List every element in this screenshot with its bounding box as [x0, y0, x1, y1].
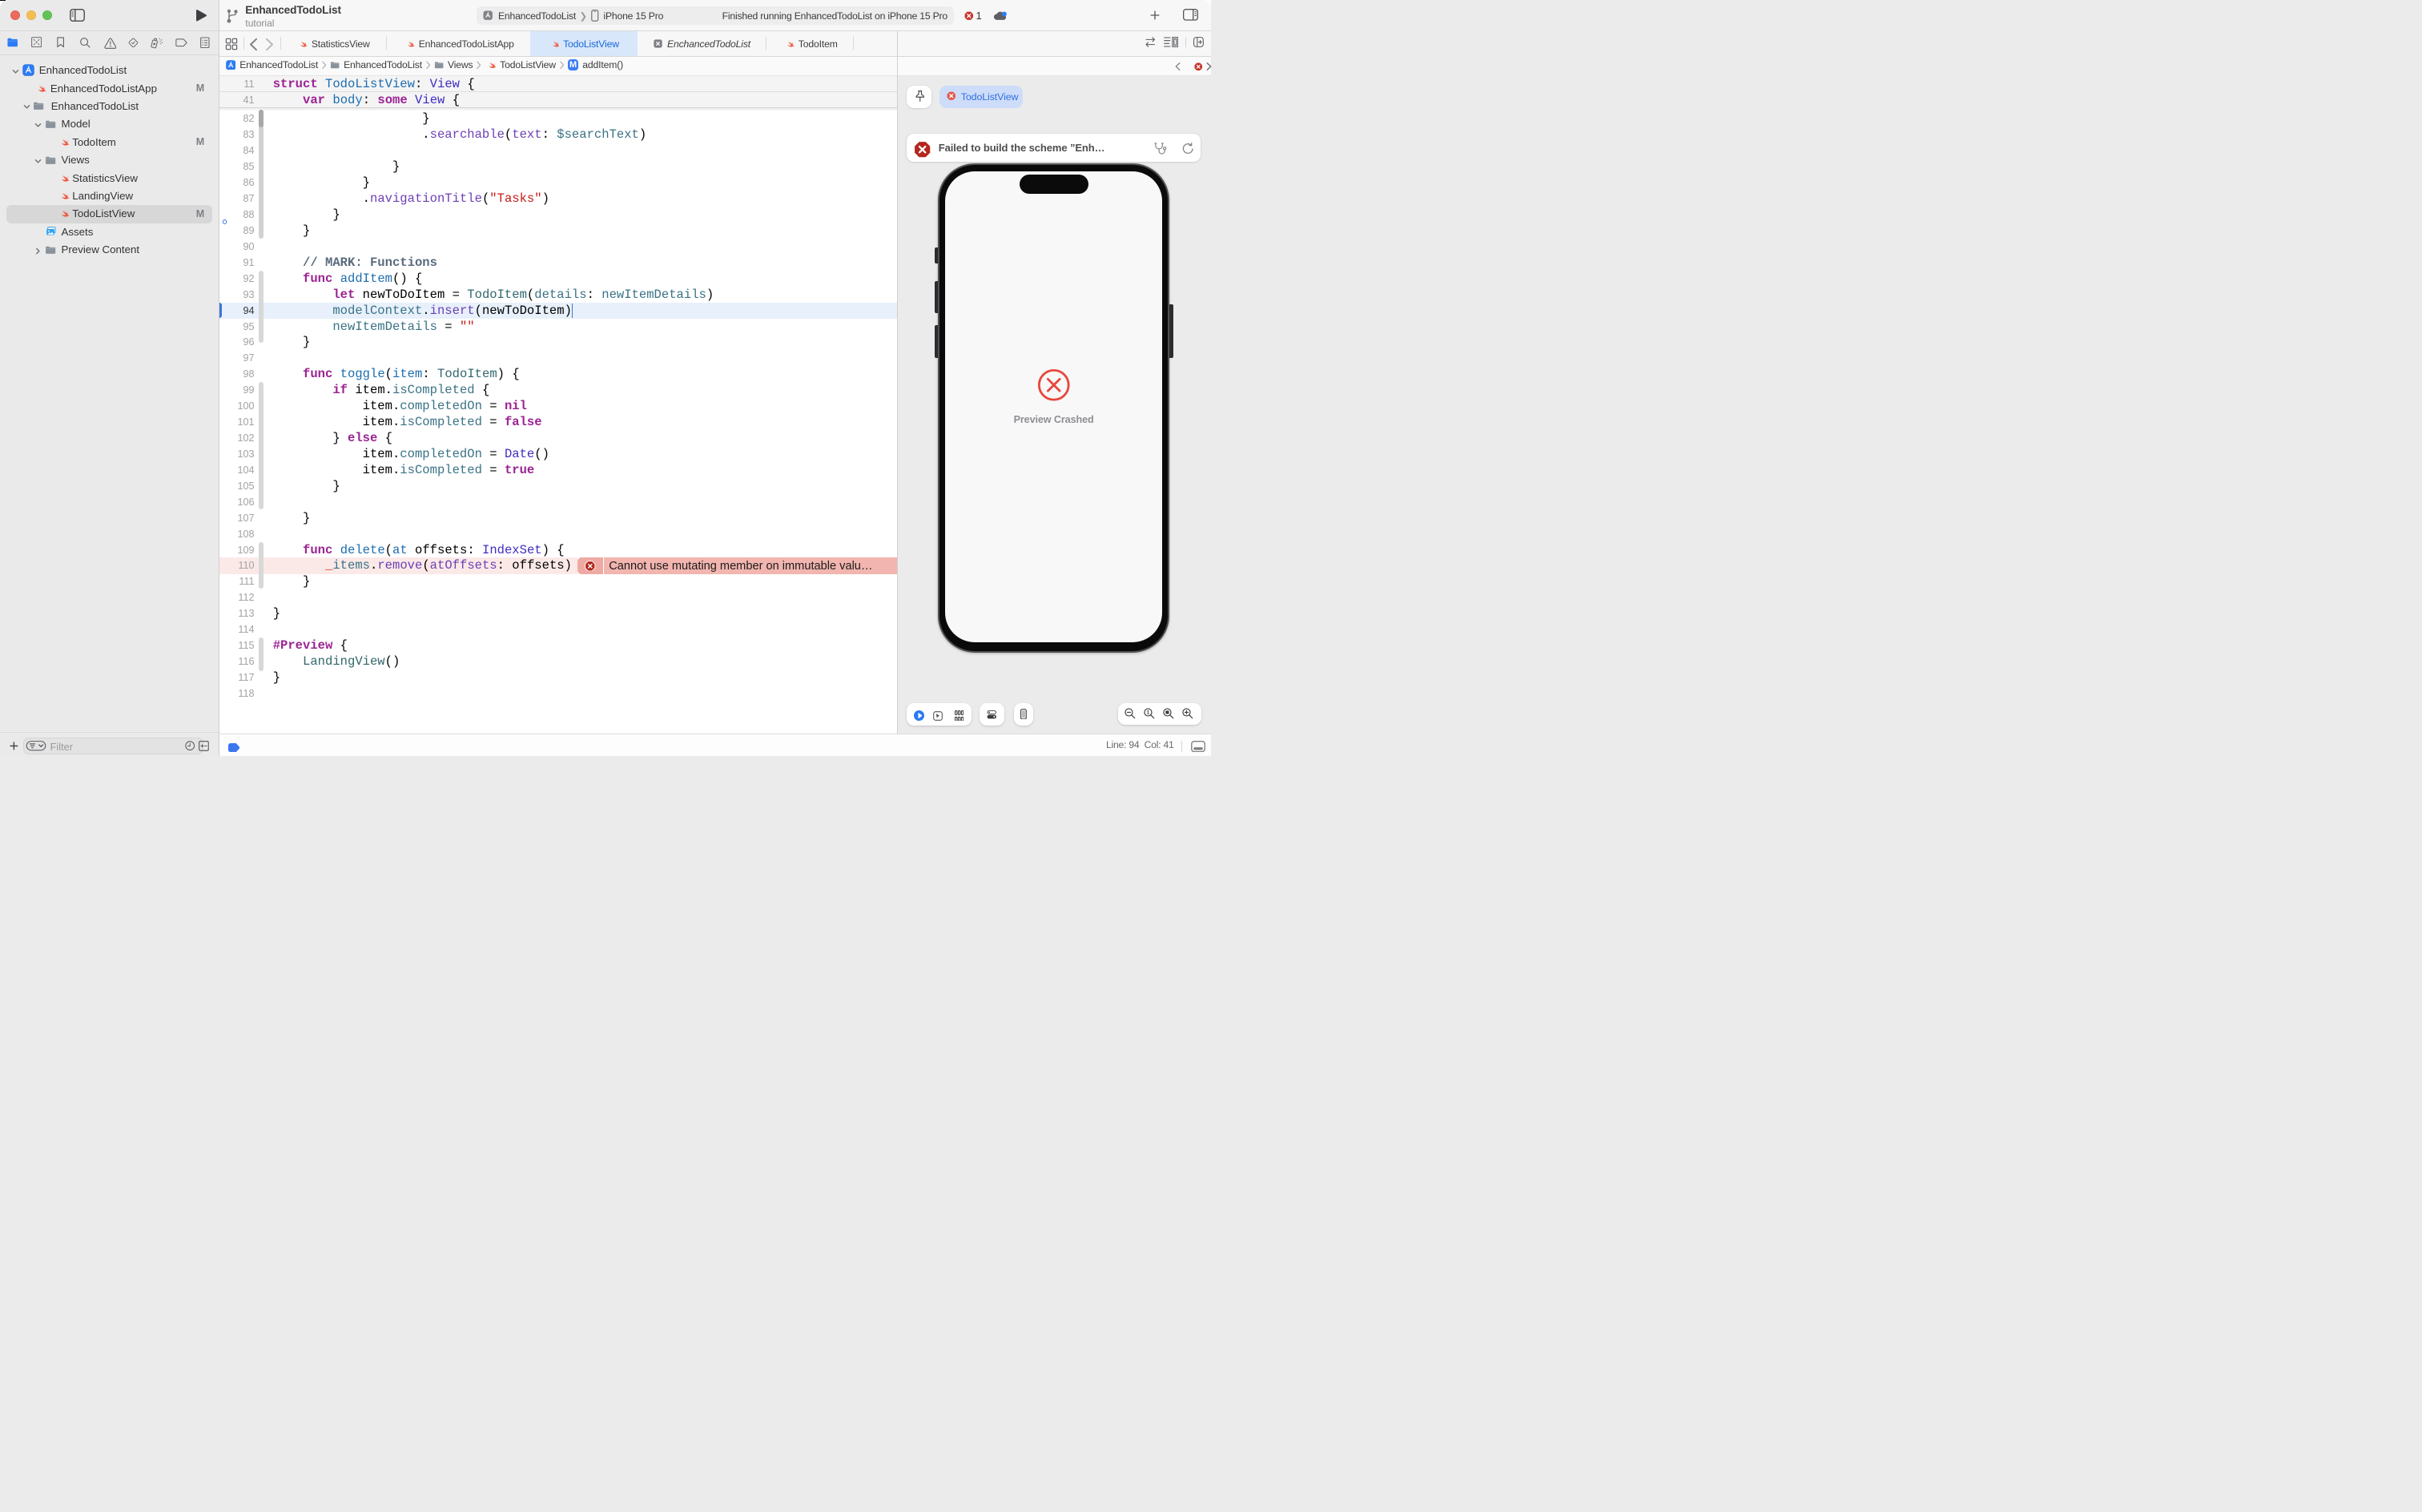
svg-text:1: 1: [1147, 710, 1150, 716]
